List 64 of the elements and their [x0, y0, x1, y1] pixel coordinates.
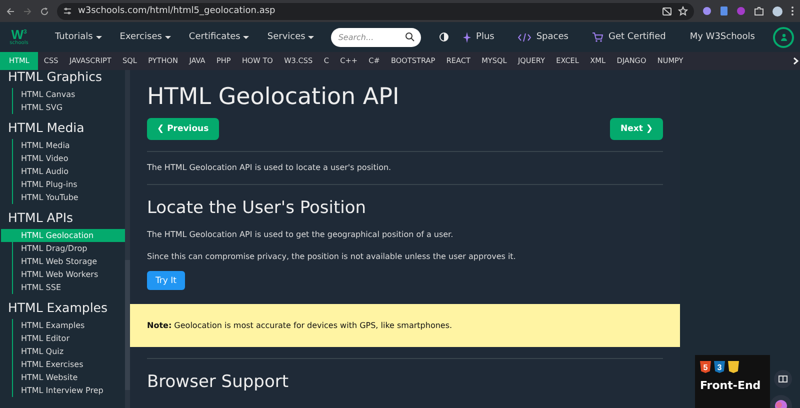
intro-text: The HTML Geolocation API is used to locate a user's position. [147, 162, 392, 173]
sidebar-heading: HTML Examples [7, 299, 108, 317]
nav-link[interactable]: My W3Schools [678, 32, 767, 42]
paragraph-text: The HTML Geolocation API is used to get the geographical position of a user. [147, 229, 454, 240]
nav-link[interactable]: Plus [451, 32, 506, 42]
sidebar-link[interactable]: HTML Web Storage [13, 255, 125, 268]
sidebar-link[interactable]: HTML SVG [13, 101, 125, 114]
sidebar-link[interactable]: HTML Interview Prep [13, 384, 125, 397]
nav-menu-button[interactable]: Exercises [110, 32, 180, 42]
sidebar-link[interactable]: HTML Quiz [13, 345, 125, 358]
sidebar-link[interactable]: HTML Plug-ins [13, 178, 125, 191]
nav-link[interactable]: Spaces [506, 32, 580, 42]
sidebar-link[interactable]: HTML YouTube [13, 191, 125, 204]
nav-menu-button[interactable]: Tutorials [46, 32, 111, 42]
theme-toggle-icon[interactable] [439, 32, 450, 42]
ad-banner[interactable]: 5 3 Front-End [695, 355, 770, 408]
back-icon[interactable] [6, 6, 15, 16]
shield-icon [728, 361, 739, 373]
nav-menu-button[interactable]: Services [258, 32, 324, 42]
sidebar-link[interactable]: HTML Editor [13, 332, 125, 345]
document-icon[interactable] [720, 6, 728, 16]
cart-icon [592, 32, 604, 42]
sidebar-link[interactable]: HTML Website [13, 371, 125, 384]
page-title: HTML Geolocation API [147, 83, 400, 111]
ad-headline: Front-End [700, 379, 762, 392]
paragraph-text: Since this can compromise privacy, the position is not available unless the user approves it. [147, 251, 517, 262]
sidebar-link[interactable]: HTML Media [13, 139, 125, 152]
url-text: w3schools.com/html/html5_geolocation.asp [78, 6, 276, 16]
sidebar-link[interactable]: HTML Video [13, 152, 125, 165]
section-heading: Browser Support [147, 371, 290, 393]
site-info-icon[interactable] [63, 7, 72, 15]
extension-icon[interactable] [702, 6, 712, 16]
sidebar-link[interactable]: HTML Exercises [13, 358, 125, 371]
code-icon [518, 32, 532, 42]
sidebar-heading: HTML Media [7, 119, 86, 137]
sidebar-heading: HTML Graphics [7, 70, 103, 86]
puzzle-icon[interactable] [754, 6, 764, 16]
more-menu-icon[interactable] [791, 6, 794, 16]
reader-button[interactable] [774, 370, 792, 388]
chevron-right-icon[interactable] [792, 57, 798, 65]
sidebar-link[interactable]: HTML SSE [13, 281, 125, 294]
search-icon[interactable] [405, 32, 416, 42]
eye-off-icon[interactable] [662, 6, 672, 16]
sidebar-link[interactable]: HTML Web Workers [13, 268, 125, 281]
reload-icon[interactable] [40, 6, 49, 16]
star-icon[interactable] [678, 6, 688, 16]
badge-icon: 3 [714, 361, 725, 373]
profile-avatar-icon[interactable] [772, 6, 783, 16]
account-button[interactable] [773, 26, 794, 48]
sidebar-link[interactable]: HTML Canvas [13, 88, 125, 101]
search-field[interactable]: Search... [331, 28, 422, 46]
section-heading: Locate the User's Position [147, 197, 368, 219]
sidebar-link[interactable]: HTML Audio [13, 165, 125, 178]
nav-menu-button[interactable]: Certificates [180, 32, 258, 42]
sidebar-heading: HTML APIs [7, 209, 74, 227]
user-icon [780, 33, 788, 41]
nav-link[interactable]: Get Certified [580, 32, 678, 42]
sparkle-icon [463, 32, 472, 42]
address-bar[interactable]: w3schools.com/html/html5_geolocation.asp [57, 2, 694, 20]
badge-icon: 5 [700, 361, 711, 373]
book-icon [778, 375, 788, 383]
sidebar-link[interactable]: HTML Drag/Drop [13, 242, 125, 255]
note-text: Note: Geolocation is most accurate for devices with GPS, like smartphones. [147, 320, 452, 331]
sidebar-link[interactable]: HTML Examples [13, 319, 125, 332]
